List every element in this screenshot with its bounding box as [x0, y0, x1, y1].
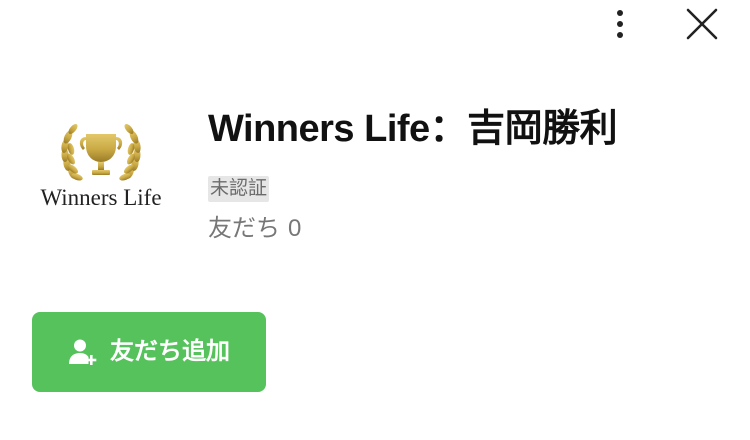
close-button[interactable]: [682, 6, 722, 44]
logo-text: Winners Life: [40, 185, 162, 210]
add-user-icon: [69, 339, 97, 365]
friends-count-row: 友だち 0: [208, 212, 301, 246]
verification-badge: 未認証: [208, 176, 270, 202]
account-name: Winners Life：吉岡勝利: [208, 108, 618, 150]
account-logo: Winners Life: [36, 114, 166, 214]
more-options-button[interactable]: [603, 6, 637, 44]
add-friend-label: 友だち追加: [110, 338, 230, 365]
more-vertical-icon: [617, 10, 623, 38]
friends-label: 友だち: [208, 215, 280, 242]
close-icon: [686, 8, 718, 40]
friends-count: 0: [288, 215, 302, 242]
add-friend-button[interactable]: 友だち追加: [32, 312, 266, 392]
